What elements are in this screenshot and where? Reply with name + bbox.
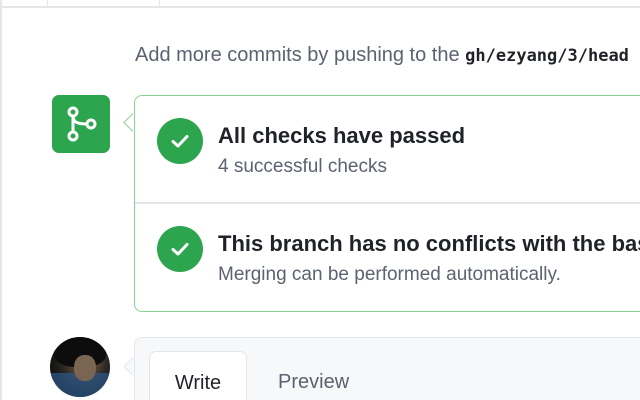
check-icon — [157, 118, 203, 164]
divider — [159, 0, 160, 8]
avatar[interactable] — [50, 337, 110, 397]
git-merge-icon — [52, 95, 110, 153]
previous-box-edge — [0, 0, 640, 8]
check-icon — [157, 226, 203, 272]
push-hint-text: Add more commits by pushing to the — [135, 44, 466, 66]
push-hint: Add more commits by pushing to the gh/ez… — [135, 44, 629, 67]
checks-title: All checks have passed — [218, 123, 466, 148]
conflicts-subtitle: Merging can be performed automatically. — [218, 264, 561, 285]
branch-name[interactable]: gh/ezyang/3/head — [465, 46, 629, 66]
tab-preview[interactable]: Preview — [278, 371, 349, 394]
pull-request-page: Add more commits by pushing to the gh/ez… — [0, 0, 640, 400]
timeline-rule — [0, 0, 2, 400]
tab-write[interactable]: Write — [149, 351, 247, 400]
divider — [135, 202, 640, 204]
conflicts-title: This branch has no conflicts with the ba… — [218, 231, 640, 256]
checks-subtitle: 4 successful checks — [218, 156, 387, 177]
divider — [47, 0, 48, 8]
